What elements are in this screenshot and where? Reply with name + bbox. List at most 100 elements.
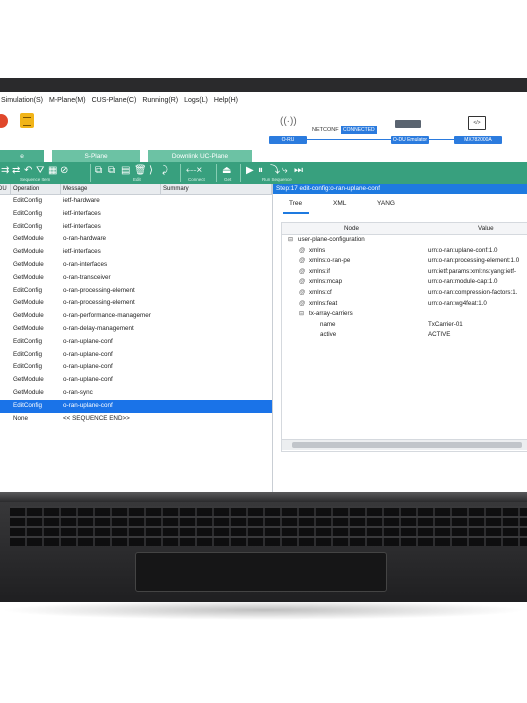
plane-tabs: e S-Plane Downlink UC-Plane [0,150,527,162]
row-message: o-ran-uplane-conf [63,363,113,371]
attribute-icon: @ [299,267,306,275]
row-message: o-ran-sync [63,388,93,396]
table-row[interactable]: GetModule ietf-interfaces [0,246,272,259]
col-summary[interactable]: Summary [161,184,272,194]
copy-icon[interactable]: ⧉ [95,165,102,177]
o-ru-node[interactable]: O-RU [269,136,307,144]
menu-m-plane[interactable]: M-Plane(M) [49,97,86,104]
row-message: o-ran-transceiver [63,273,111,281]
scrollbar-thumb[interactable] [292,442,522,448]
tab-yang[interactable]: YANG [377,200,395,207]
tab-s-plane[interactable]: S-Plane [52,150,140,162]
tree-row[interactable]: ⊟ user-plane-configuration [282,235,527,246]
paste-icon[interactable]: ⧉ [108,165,115,177]
tree-node-value: urn:o-ran:compression-factors:1. [428,288,518,296]
mx-node[interactable]: MX782000A [454,136,502,144]
horizontal-scrollbar[interactable] [282,439,527,450]
tree-row[interactable]: name TxCarrier-01 [282,320,527,331]
tree-node-name: active [320,331,337,339]
row-message: o-ran-uplane-conf [63,376,113,384]
return-icon[interactable]: ⤸ [162,165,168,177]
filter-icon[interactable]: ⛛ [36,165,44,177]
row-operation: GetModule [13,260,44,268]
toolbar-separator [90,164,91,182]
row-message: o-ran-processing-element [63,286,135,294]
row-message: ietf-hardware [63,197,100,204]
import-icon[interactable]: ⇄ [12,165,20,177]
insert-icon[interactable]: ⇉ [1,165,9,177]
col-message[interactable]: Message [61,184,161,194]
table-row[interactable]: EditConfig o-ran-uplane-conf [0,336,272,349]
row-operation: EditConfig [13,197,43,204]
table-row[interactable]: GetModule o-ran-hardware [0,233,272,246]
tab-downlink-uc-plane[interactable]: Downlink UC-Plane [148,150,252,162]
tree-col-value[interactable]: Value [478,225,494,232]
row-message: ietf-interfaces [63,248,101,256]
collapse-icon[interactable]: ⊟ [299,309,304,320]
sequence-file-icon[interactable] [20,113,34,128]
tab-tree[interactable]: Tree [289,200,302,207]
bracket-right-icon[interactable]: ⟩ [149,165,153,177]
table-row[interactable]: GetModule o-ran-uplane-conf [0,374,272,387]
row-operation: GetModule [13,388,44,396]
du-device-icon [395,120,421,128]
laptop-hinge [0,492,527,502]
tree-row[interactable]: active ACTIVE [282,330,527,341]
step-title: Step:17 edit-config:o-ran-uplane-conf [273,184,527,194]
header-area: ((·)) </> NETCONF CONNECTED O-RU O-DU Em… [0,108,527,150]
table-row[interactable]: EditConfig ietf-hardware [0,195,272,208]
col-operation[interactable]: Operation [11,184,61,194]
step-over-icon[interactable]: ⤷ [282,165,288,177]
table-row[interactable]: GetModule o-ran-interfaces [0,259,272,272]
tree-row[interactable]: @ xmlns:mcap urn:o-ran:module-cap:1.0 [282,277,527,288]
table-row[interactable]: GetModule o-ran-performance-managemer [0,310,272,323]
table-row[interactable]: GetModule o-ran-delay-management [0,323,272,336]
table-row[interactable]: GetModule o-ran-processing-element [0,297,272,310]
menu-simulation[interactable]: Simulation(S) [1,97,43,104]
tree-row[interactable]: @ xmlns:cf urn:o-ran:compression-factors:1… [282,288,527,299]
toolbar-separator [180,164,181,182]
row-message: ietf-interfaces [63,222,101,230]
table-row[interactable]: EditConfig o-ran-uplane-conf [0,399,272,413]
play-icon[interactable]: ▶ [246,165,254,177]
tree-col-node[interactable]: Node [344,225,359,232]
grid-icon[interactable]: ▦ [48,165,57,177]
menu-logs[interactable]: Logs(L) [184,97,208,104]
stop-button[interactable] [0,114,8,128]
antenna-icon: ((·)) [280,116,297,127]
table-row[interactable]: GetModule o-ran-transceiver [0,272,272,285]
step-icon[interactable]: ⤵ [270,165,280,177]
table-row[interactable]: EditConfig o-ran-processing-element [0,285,272,298]
tree-row[interactable]: ⊟ tx-array-carriers [282,309,527,320]
topology-diagram: ((·)) </> NETCONF CONNECTED O-RU O-DU Em… [268,110,527,146]
col-du[interactable]: DU [0,184,11,194]
clipboard-icon[interactable]: ▤ [121,165,130,177]
table-row[interactable]: None << SEQUENCE END>> [0,413,272,426]
menu-running[interactable]: Running(R) [142,97,178,104]
menu-cus-plane[interactable]: CUS-Plane(C) [92,97,137,104]
laptop-shadow [0,600,527,620]
tab-xml[interactable]: XML [333,200,346,207]
table-row[interactable]: EditConfig o-ran-uplane-conf [0,361,272,374]
tree-node-name: user-plane-configuration [298,236,365,243]
tree-row[interactable]: @ xmlns:feat urn:o-ran:wg4feat:1.0 [282,299,527,310]
table-row[interactable]: GetModule o-ran-sync [0,387,272,400]
pause-icon[interactable]: ⏸ [258,165,263,177]
tab-m-plane[interactable]: e [0,150,44,162]
collapse-icon[interactable]: ⊟ [288,235,293,246]
tree-row[interactable]: @ xmlns:if urn:ietf:params:xml:ns:yang:iet… [282,267,527,278]
table-row[interactable]: EditConfig o-ran-uplane-conf [0,349,272,362]
tree-row[interactable]: @ xmlns:o-ran-pe urn:o-ran:processing-elem… [282,256,527,267]
row-operation: GetModule [13,299,44,307]
connect-icon[interactable]: ⤎× [186,165,202,177]
delete-icon[interactable]: 🗑 [134,165,147,177]
o-du-emulator-node[interactable]: O-DU Emulator [391,136,429,144]
no-icon[interactable]: ⊘ [60,165,68,177]
get-icon[interactable]: ⏏ [222,165,231,177]
table-row[interactable]: EditConfig ietf-interfaces [0,208,272,221]
next-icon[interactable]: ⏭ [294,165,303,177]
table-row[interactable]: EditConfig ietf-interfaces [0,221,272,234]
undo-icon[interactable]: ↶ [24,165,32,177]
tree-row[interactable]: @ xmlns urn:o-ran:uplane-conf:1.0 [282,246,527,257]
menu-help[interactable]: Help(H) [214,97,238,104]
